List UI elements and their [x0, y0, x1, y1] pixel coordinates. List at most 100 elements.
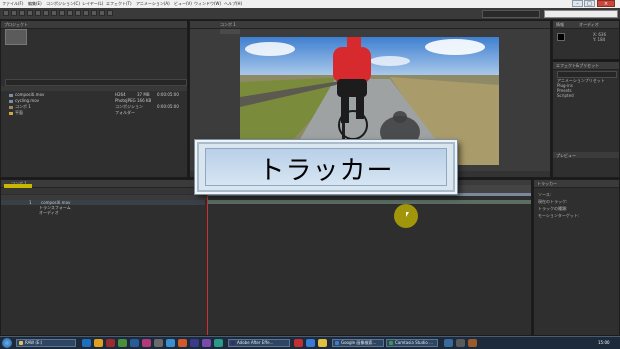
stamp-tool-icon[interactable]: [83, 10, 89, 16]
tracker-tab[interactable]: トラッカー: [537, 181, 557, 187]
composition-subtab[interactable]: [220, 29, 240, 34]
info-tab[interactable]: 情報: [556, 22, 564, 28]
minimize-button[interactable]: –: [572, 0, 583, 7]
mask-tool-icon[interactable]: [51, 10, 57, 16]
eraser-tool-icon[interactable]: [91, 10, 97, 16]
project-row[interactable]: コンポ 1 コンポジション 0:00:05:00: [5, 104, 183, 109]
info-tab-bar: 情報 オーディオ: [553, 21, 619, 29]
app-icon[interactable]: [142, 339, 151, 347]
effects-search-input[interactable]: [557, 71, 617, 78]
effects-tab[interactable]: エフェクト&プリセット: [556, 63, 599, 69]
hand-tool-icon[interactable]: [11, 10, 17, 16]
file-duration: 0:00:05:00: [157, 104, 179, 109]
pan-behind-tool-icon[interactable]: [43, 10, 49, 16]
app-icon[interactable]: [154, 339, 163, 347]
tracker-field[interactable]: モーションターゲット:: [538, 213, 579, 219]
file-name: cycling.mov: [9, 98, 39, 103]
app-icon[interactable]: [318, 339, 327, 347]
camtasia-icon: [389, 341, 393, 345]
effects-panel: エフェクト&プリセット アニメーションプリセット Plug-ins Preset…: [552, 61, 620, 178]
info-y: Y: 184: [593, 37, 606, 42]
app-icon[interactable]: [118, 339, 127, 347]
banner-text: トラッカー: [258, 156, 394, 186]
composition-icon: [9, 105, 13, 109]
layer-duration-bar[interactable]: [207, 200, 531, 204]
tracker-field[interactable]: ソース:: [538, 192, 551, 198]
preview-tab[interactable]: プレビュー: [556, 153, 576, 159]
app-icon[interactable]: [202, 339, 211, 347]
menu-item-view[interactable]: ビュー(V): [174, 1, 192, 7]
menu-item-layer[interactable]: レイヤー(L): [82, 1, 103, 7]
taskbar-item[interactable]: RAW (E:): [16, 339, 76, 347]
app-icon[interactable]: [94, 339, 103, 347]
project-tab[interactable]: プロジェクト: [4, 22, 28, 28]
menu-item-edit[interactable]: 編集(E): [28, 1, 42, 7]
playhead[interactable]: [207, 185, 208, 335]
project-search-input[interactable]: [5, 79, 187, 86]
camera-tool-icon[interactable]: [35, 10, 41, 16]
layer-property-row[interactable]: オーディオ: [1, 210, 205, 215]
file-name: 平面: [9, 110, 23, 116]
project-row[interactable]: 平面 フォルダー: [5, 110, 183, 115]
app-icon[interactable]: [456, 339, 465, 347]
selection-tool-icon[interactable]: [3, 10, 9, 16]
workspace-dropdown[interactable]: [482, 10, 540, 18]
taskbar: RAW (E:) Adobe After Effe... Google 画像検索…: [0, 336, 620, 349]
clock[interactable]: 15:00: [598, 340, 610, 345]
taskbar-item[interactable]: Camtasia Studio ...: [386, 339, 438, 347]
tracker-field[interactable]: トラックの種類:: [538, 206, 567, 212]
taskbar-item[interactable]: Google 画像検索...: [332, 339, 384, 347]
file-size: 37 MB: [137, 92, 150, 97]
app-icon[interactable]: [106, 339, 115, 347]
project-row[interactable]: compositi.mov H264 37 MB 0:00:05:00: [5, 92, 183, 97]
rotate-tool-icon[interactable]: [27, 10, 33, 16]
folder-icon: [9, 111, 13, 115]
tracker-panel: トラッカー ソース: 現在のトラック: トラックの種類: モーションターゲット:: [533, 179, 620, 336]
brush-tool-icon[interactable]: [75, 10, 81, 16]
app-icon[interactable]: [306, 339, 315, 347]
app-icon[interactable]: [130, 339, 139, 347]
timeline-controls-bar: [1, 188, 207, 194]
layer-name: オーディオ: [39, 210, 59, 215]
maximize-button[interactable]: □: [584, 0, 595, 7]
project-thumbnail: [5, 29, 27, 45]
puppet-tool-icon[interactable]: [107, 10, 113, 16]
after-effects-icon: [231, 341, 235, 345]
roto-tool-icon[interactable]: [99, 10, 105, 16]
file-name: compositi.mov: [9, 92, 44, 97]
app-icon[interactable]: [468, 339, 477, 347]
menu-item-animation[interactable]: アニメーション(A): [136, 1, 170, 7]
app-icon[interactable]: [166, 339, 175, 347]
project-list-header: [1, 86, 187, 91]
close-button[interactable]: ×: [597, 0, 615, 7]
menu-bar: ファイル(F) 編集(E) コンポジション(C) レイヤー(L) エフェクト(T…: [0, 0, 620, 8]
folder-icon: [19, 341, 23, 345]
project-tab-bar: プロジェクト: [1, 21, 187, 29]
project-panel: プロジェクト compositi.mov H264 37 MB 0:00:05:…: [0, 20, 188, 178]
file-type: フォルダー: [115, 110, 135, 115]
app-icon[interactable]: [82, 339, 91, 347]
app-icon[interactable]: [190, 339, 199, 347]
taskbar-item[interactable]: Adobe After Effe...: [228, 339, 290, 347]
app-icon[interactable]: [294, 339, 303, 347]
pen-tool-icon[interactable]: [59, 10, 65, 16]
tracker-field[interactable]: 現在のトラック:: [538, 199, 567, 205]
search-help-input[interactable]: [544, 10, 618, 18]
app-icon[interactable]: [444, 339, 453, 347]
composition-tab[interactable]: コンポ 1: [220, 22, 236, 28]
project-row[interactable]: cycling.mov PhotoJPEG 166 KB: [5, 98, 183, 103]
app-icon[interactable]: [214, 339, 223, 347]
app-icon[interactable]: [178, 339, 187, 347]
text-tool-icon[interactable]: [67, 10, 73, 16]
menu-item-file[interactable]: ファイル(F): [2, 1, 23, 7]
tracker-tab-bar: トラッカー: [534, 180, 619, 188]
effects-item[interactable]: Scripted: [557, 93, 574, 98]
menu-item-help[interactable]: ヘルプ(H): [224, 1, 242, 7]
menu-item-composition[interactable]: コンポジション(C): [46, 1, 80, 7]
audio-tab[interactable]: オーディオ: [579, 22, 599, 28]
file-type: H264: [115, 92, 126, 97]
menu-item-effect[interactable]: エフェクト(T): [106, 1, 132, 7]
start-button-icon[interactable]: [2, 338, 12, 348]
zoom-tool-icon[interactable]: [19, 10, 25, 16]
menu-item-window[interactable]: ウィンドウ(W): [194, 1, 221, 7]
